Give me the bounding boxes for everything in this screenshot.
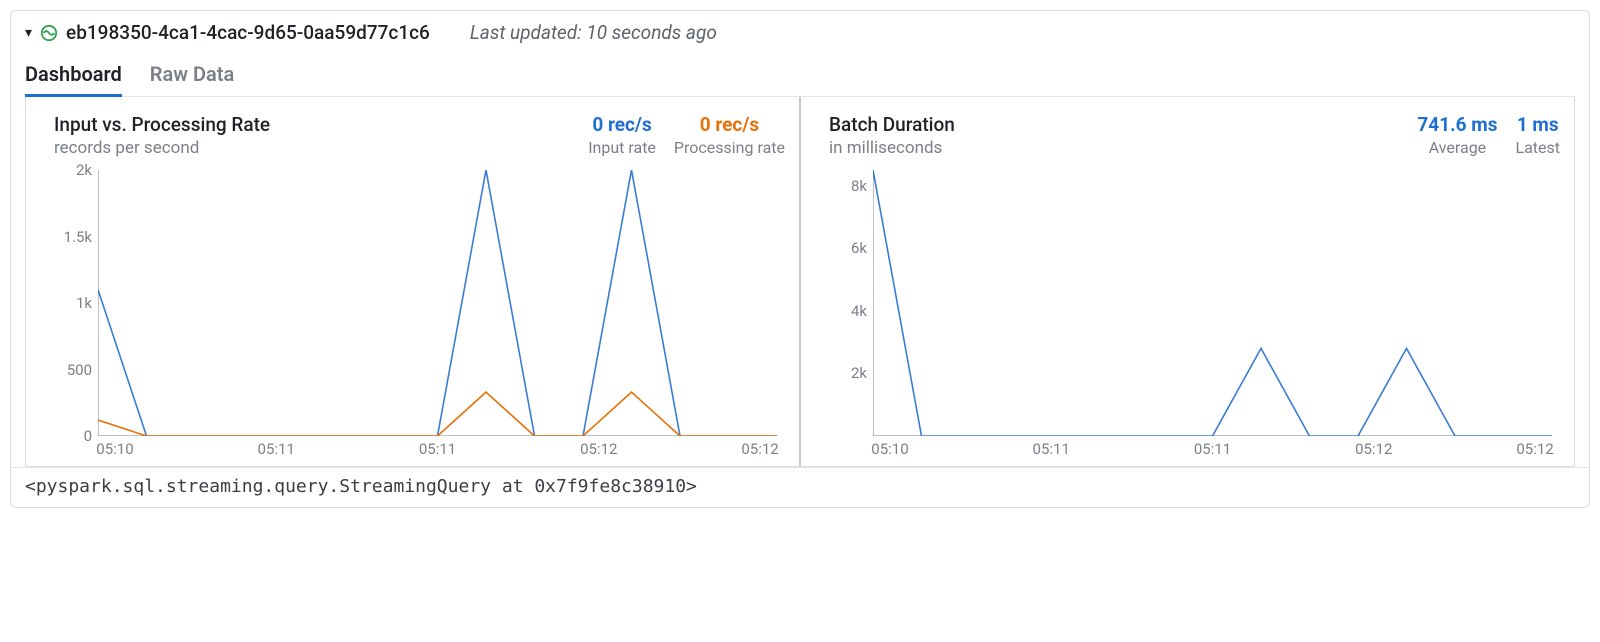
tabs: Dashboard Raw Data xyxy=(25,58,1575,97)
panel-header: ▾ eb198350-4ca1-4cac-9d65-0aa59d77c1c6 L… xyxy=(25,21,1575,44)
y-tick: 2k xyxy=(851,364,867,382)
metric-average-value: 741.6 ms xyxy=(1417,113,1497,136)
chart-batch-metrics: 741.6 ms Average 1 ms Latest xyxy=(1417,113,1560,157)
y-tick: 6k xyxy=(851,239,867,257)
y-tick: 4k xyxy=(851,302,867,320)
y-tick: 2k xyxy=(76,161,92,179)
charts-row: Input vs. Processing Rate records per se… xyxy=(25,97,1575,467)
metric-latest: 1 ms Latest xyxy=(1515,113,1560,157)
metric-processing-rate-value: 0 rec/s xyxy=(674,113,785,136)
chart-batch-plot-area xyxy=(873,170,1552,436)
chart-rate-metrics: 0 rec/s Input rate 0 rec/s Processing ra… xyxy=(588,113,785,157)
x-tick: 05:11 xyxy=(1033,440,1070,458)
metric-input-rate-label: Input rate xyxy=(588,138,656,157)
y-tick: 0 xyxy=(84,427,92,445)
x-tick: 05:11 xyxy=(258,440,295,458)
y-tick: 1.5k xyxy=(64,228,92,246)
object-repr: <pyspark.sql.streaming.query.StreamingQu… xyxy=(11,467,1589,507)
last-updated: Last updated: 10 seconds ago xyxy=(470,21,717,44)
chart-rate-plot: 05001k1.5k2k 05:1005:1105:1105:1205:12 xyxy=(54,170,785,460)
chart-batch-subtitle: in milliseconds xyxy=(829,138,955,158)
chart-rate-title: Input vs. Processing Rate xyxy=(54,113,270,136)
chart-batch-title: Batch Duration xyxy=(829,113,955,136)
x-tick: 05:12 xyxy=(1355,440,1392,458)
chart-batch-header: Batch Duration in milliseconds 741.6 ms … xyxy=(829,113,1560,158)
query-id: eb198350-4ca1-4cac-9d65-0aa59d77c1c6 xyxy=(66,21,430,44)
metric-average: 741.6 ms Average xyxy=(1417,113,1497,157)
metric-latest-value: 1 ms xyxy=(1515,113,1560,136)
chart-batch-y-ticks: 2k 4k 6k 8k xyxy=(829,170,871,436)
metric-processing-rate-label: Processing rate xyxy=(674,138,785,157)
status-running-icon xyxy=(40,24,58,42)
chart-rate-plot-area xyxy=(98,170,777,436)
x-tick: 05:10 xyxy=(96,440,133,458)
y-tick: 500 xyxy=(67,361,92,379)
metric-input-rate-value: 0 rec/s xyxy=(588,113,656,136)
metric-latest-label: Latest xyxy=(1515,138,1560,157)
chart-rate: Input vs. Processing Rate records per se… xyxy=(26,97,799,466)
chart-batch: Batch Duration in milliseconds 741.6 ms … xyxy=(799,97,1574,466)
tab-raw-data[interactable]: Raw Data xyxy=(150,58,234,97)
chart-rate-subtitle: records per second xyxy=(54,138,270,158)
chart-rate-header: Input vs. Processing Rate records per se… xyxy=(54,113,785,158)
x-tick: 05:11 xyxy=(419,440,456,458)
metric-input-rate: 0 rec/s Input rate xyxy=(588,113,656,157)
chart-rate-x-ticks: 05:10 05:11 05:11 05:12 05:12 xyxy=(98,438,777,460)
tab-dashboard[interactable]: Dashboard xyxy=(25,58,122,97)
chart-batch-x-ticks: 05:10 05:11 05:11 05:12 05:12 xyxy=(873,438,1552,460)
x-tick: 05:12 xyxy=(580,440,617,458)
query-panel: ▾ eb198350-4ca1-4cac-9d65-0aa59d77c1c6 L… xyxy=(10,10,1590,508)
x-tick: 05:12 xyxy=(1516,440,1553,458)
metric-processing-rate: 0 rec/s Processing rate xyxy=(674,113,785,157)
metric-average-label: Average xyxy=(1417,138,1497,157)
x-tick: 05:12 xyxy=(741,440,778,458)
y-tick: 1k xyxy=(76,294,92,312)
x-tick: 05:11 xyxy=(1194,440,1231,458)
chart-rate-y-ticks: 05001k1.5k2k xyxy=(54,170,96,436)
chart-batch-plot: 2k 4k 6k 8k 05:10 05:11 05:11 05:12 05:12 xyxy=(829,170,1560,460)
y-tick: 8k xyxy=(851,177,867,195)
collapse-toggle[interactable]: ▾ xyxy=(25,25,32,41)
x-tick: 05:10 xyxy=(871,440,908,458)
